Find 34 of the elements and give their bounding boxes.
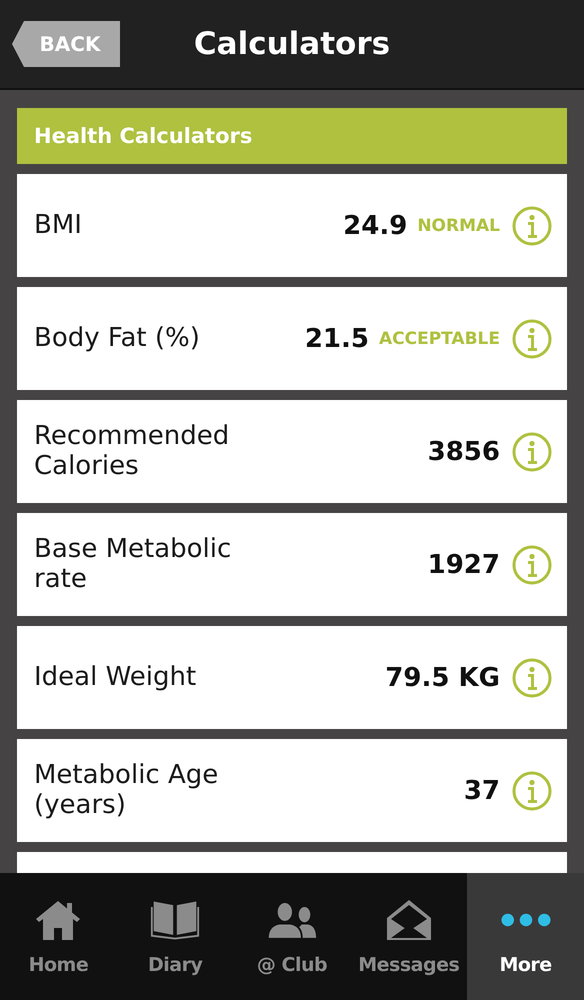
info-icon[interactable]	[512, 544, 552, 584]
row-value: 3856	[428, 436, 500, 466]
info-icon[interactable]	[512, 770, 552, 810]
row-label: Base Metabolic rate	[34, 534, 232, 594]
screen-title: Calculators	[194, 26, 390, 62]
calculator-row[interactable]: Recommended Calories 3856	[17, 400, 567, 503]
row-label: Ideal Weight	[34, 662, 198, 692]
row-label: BMI	[34, 210, 83, 240]
nav-tab[interactable]: More	[467, 873, 584, 1000]
row-value: 1927	[428, 550, 500, 580]
info-icon[interactable]	[512, 206, 552, 246]
calculator-row[interactable]: Metabolic Age (years) 37	[17, 739, 567, 842]
row-label: Metabolic Age (years)	[34, 760, 220, 820]
calculator-row[interactable]: Base Metabolic rate 1927	[17, 513, 567, 616]
calculator-row[interactable]: BMI 24.9 NORMAL	[17, 174, 567, 277]
nav-tab[interactable]: Messages	[350, 873, 468, 1000]
calculator-row[interactable]: Body Fat (%) 21.5 ACCEPTABLE	[17, 287, 567, 390]
status-label: ACCEPTABLE	[378, 328, 500, 348]
nav-tab[interactable]: @ Club	[234, 873, 350, 1000]
nav-tab[interactable]: Diary	[116, 873, 234, 1000]
info-icon[interactable]	[512, 432, 552, 472]
section-header: Health Calculators	[17, 108, 567, 164]
info-icon[interactable]	[512, 658, 552, 698]
nav-tab[interactable]: Home	[0, 873, 117, 1000]
more-icon	[500, 912, 551, 926]
row-value: 21.5	[304, 324, 369, 354]
row-value: 37	[464, 776, 500, 806]
row-label: Body Fat (%)	[34, 324, 201, 354]
info-icon[interactable]	[512, 318, 552, 358]
row-label: Recommended Calories	[34, 422, 230, 482]
calculator-row[interactable]: Ideal Weight 79.5 KG	[17, 626, 567, 729]
status-label: NORMAL	[417, 216, 500, 236]
row-value: 79.5 KG	[385, 662, 500, 692]
row-value: 24.9	[343, 210, 408, 240]
